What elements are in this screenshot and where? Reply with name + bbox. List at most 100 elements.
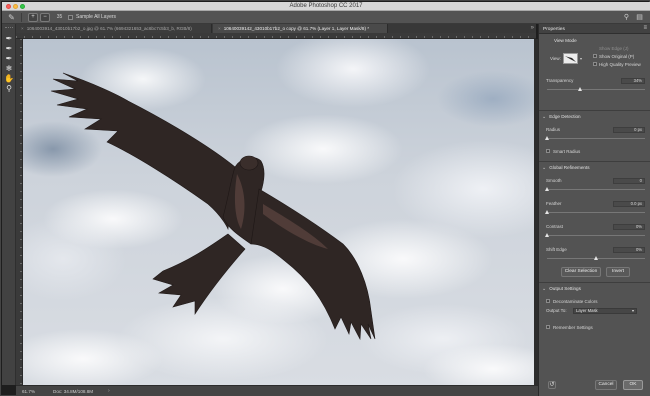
- transparency-slider-thumb[interactable]: [577, 87, 582, 91]
- document-tabs: × 1064003914_43010b17b2_o.jpg @ 61.7% (66…: [16, 24, 536, 33]
- vertical-ruler: [16, 39, 23, 385]
- section-divider: [539, 282, 650, 283]
- refine-brush-icon[interactable]: ✎: [7, 13, 16, 22]
- remember-settings-checkbox[interactable]: [546, 325, 550, 329]
- smooth-slider-thumb[interactable]: [545, 187, 549, 191]
- decontaminate-colors-checkbox[interactable]: [546, 299, 550, 303]
- radius-label: Radius: [546, 127, 561, 132]
- tab-document-2[interactable]: × 10640039142_43010b17b2_o copy @ 61.7% (…: [213, 24, 388, 33]
- view-dropdown-caret-icon[interactable]: ▾: [580, 56, 582, 61]
- sample-all-layers-checkbox[interactable]: [68, 15, 73, 20]
- chevron-down-icon[interactable]: ⌄: [542, 286, 546, 292]
- subtract-from-selection-button[interactable]: −: [40, 13, 50, 22]
- radius-slider-thumb[interactable]: [544, 136, 549, 140]
- options-separator: [21, 13, 22, 22]
- high-quality-preview-checkbox[interactable]: [593, 62, 597, 66]
- shift-edge-label: Shift Edge: [546, 247, 567, 252]
- view-mode-thumbnail[interactable]: [563, 53, 578, 64]
- smooth-slider-track[interactable]: [547, 189, 645, 190]
- properties-header: Properties ≡: [539, 24, 650, 34]
- radius-value[interactable]: 0 px: [613, 127, 645, 133]
- global-refinements-heading[interactable]: ⌄ Global Refinements: [542, 165, 590, 171]
- panel-menu-icon[interactable]: ≡: [643, 25, 647, 31]
- feather-label: Feather: [546, 201, 562, 206]
- feather-slider-track[interactable]: [547, 212, 645, 213]
- decontaminate-colors-label: Decontaminate Colors: [553, 299, 598, 304]
- workspace-icon[interactable]: ▤: [635, 13, 644, 22]
- properties-title: Properties: [543, 27, 565, 32]
- hand-tool-icon[interactable]: ✋: [4, 74, 14, 83]
- output-to-value: Layer Mask: [576, 308, 598, 313]
- show-original-checkbox[interactable]: [593, 54, 597, 58]
- edge-detection-heading[interactable]: ⌄ Edge Detection: [542, 114, 581, 120]
- output-to-label: Output To:: [546, 308, 567, 313]
- bird-thumbnail-icon: [565, 56, 576, 62]
- view-mode-label: View Mode: [554, 38, 577, 43]
- tab-document-1[interactable]: × 1064003914_43010b17b2_o.jpg @ 61.7% (66…: [16, 24, 212, 33]
- smooth-label: Smooth: [546, 178, 562, 183]
- status-bar: 61.7% Doc: 34.8M/108.8M ›: [16, 385, 538, 396]
- output-settings-label: Output Settings: [549, 286, 581, 291]
- transparency-slider-track[interactable]: [547, 89, 645, 90]
- high-quality-preview-label: High Quality Preview: [599, 62, 641, 67]
- app-title: Adobe Photoshop CC 2017: [289, 3, 363, 9]
- clear-selection-button[interactable]: Clear Selection: [561, 267, 601, 277]
- brush-tool-icon[interactable]: ✒: [4, 54, 14, 63]
- shift-edge-slider-thumb[interactable]: [593, 256, 598, 260]
- smart-radius-checkbox[interactable]: [546, 149, 550, 153]
- search-icon[interactable]: ⚲: [622, 13, 631, 22]
- contrast-slider-thumb[interactable]: [545, 233, 549, 237]
- remember-settings-label: Remember Settings: [553, 325, 593, 330]
- edge-detection-label: Edge Detection: [549, 114, 581, 119]
- section-divider: [539, 110, 650, 111]
- refine-edge-brush-tool-icon[interactable]: ✒: [4, 44, 14, 53]
- brush-size-value[interactable]: 35: [55, 13, 64, 22]
- view-label: View:: [550, 56, 561, 61]
- zoom-level[interactable]: 61.7%: [22, 389, 35, 394]
- output-settings-heading[interactable]: ⌄ Output Settings: [542, 286, 581, 292]
- output-to-select[interactable]: Layer Mask ▾: [573, 308, 637, 314]
- global-refinements-label: Global Refinements: [549, 165, 590, 170]
- transparency-value[interactable]: 34%: [621, 78, 645, 84]
- ok-button[interactable]: OK: [623, 380, 643, 390]
- toolbar-grip[interactable]: [5, 27, 13, 29]
- contrast-slider-track[interactable]: [547, 235, 645, 236]
- photoshop-window: Adobe Photoshop CC 2017 ✎ + − 35 Sample …: [0, 0, 650, 396]
- tab-overflow-icon[interactable]: »: [531, 24, 534, 33]
- properties-panel: Properties ≡ View Mode View: ▾ Show Edge…: [538, 24, 650, 396]
- tools-panel: ✒ ✒ ✒ ❄ ✋ ⚲: [2, 24, 16, 385]
- document-size: Doc: 34.8M/108.8M: [53, 389, 94, 394]
- document-canvas[interactable]: [23, 39, 534, 385]
- cancel-button[interactable]: Cancel: [595, 380, 617, 390]
- add-to-selection-button[interactable]: +: [28, 13, 38, 22]
- section-divider: [539, 161, 650, 162]
- lasso-tool-icon[interactable]: ❄: [4, 64, 14, 73]
- close-tab-icon[interactable]: ×: [218, 26, 221, 31]
- smooth-value[interactable]: 0: [613, 178, 645, 184]
- status-menu-icon[interactable]: ›: [108, 388, 110, 394]
- feather-slider-thumb[interactable]: [545, 210, 549, 214]
- transparency-label: Transparency: [546, 78, 574, 83]
- contrast-label: Contrast: [546, 224, 564, 229]
- chevron-down-icon[interactable]: ⌄: [542, 114, 546, 120]
- tab-label: 10640039142_43010b17b2_o copy @ 61.7% (L…: [223, 26, 370, 31]
- contrast-value[interactable]: 0%: [613, 224, 645, 230]
- feather-value[interactable]: 0.0 px: [613, 201, 645, 207]
- kite-bird-image: [23, 72, 534, 385]
- radius-slider-track[interactable]: [547, 138, 645, 139]
- chevron-down-icon: ▾: [631, 308, 634, 313]
- show-edge-label: Show Edge (J): [599, 46, 629, 51]
- smart-radius-label: Smart Radius: [553, 149, 581, 154]
- view-mode-heading: View Mode: [554, 38, 577, 43]
- title-bar: Adobe Photoshop CC 2017: [2, 2, 650, 11]
- show-original-label: Show Original (P): [599, 54, 635, 59]
- chevron-down-icon[interactable]: ⌄: [542, 165, 546, 171]
- reset-icon[interactable]: ↺: [548, 381, 556, 389]
- close-tab-icon[interactable]: ×: [21, 26, 24, 31]
- tab-label: 1064003914_43010b17b2_o.jpg @ 61.7% (669…: [26, 26, 192, 31]
- options-bar: ✎ + − 35 Sample All Layers ⚲ ▤: [2, 11, 650, 24]
- shift-edge-value[interactable]: 0%: [613, 247, 645, 253]
- zoom-tool-icon[interactable]: ⚲: [4, 84, 14, 93]
- invert-button[interactable]: Invert: [606, 267, 630, 277]
- quick-selection-tool-icon[interactable]: ✒: [4, 34, 14, 43]
